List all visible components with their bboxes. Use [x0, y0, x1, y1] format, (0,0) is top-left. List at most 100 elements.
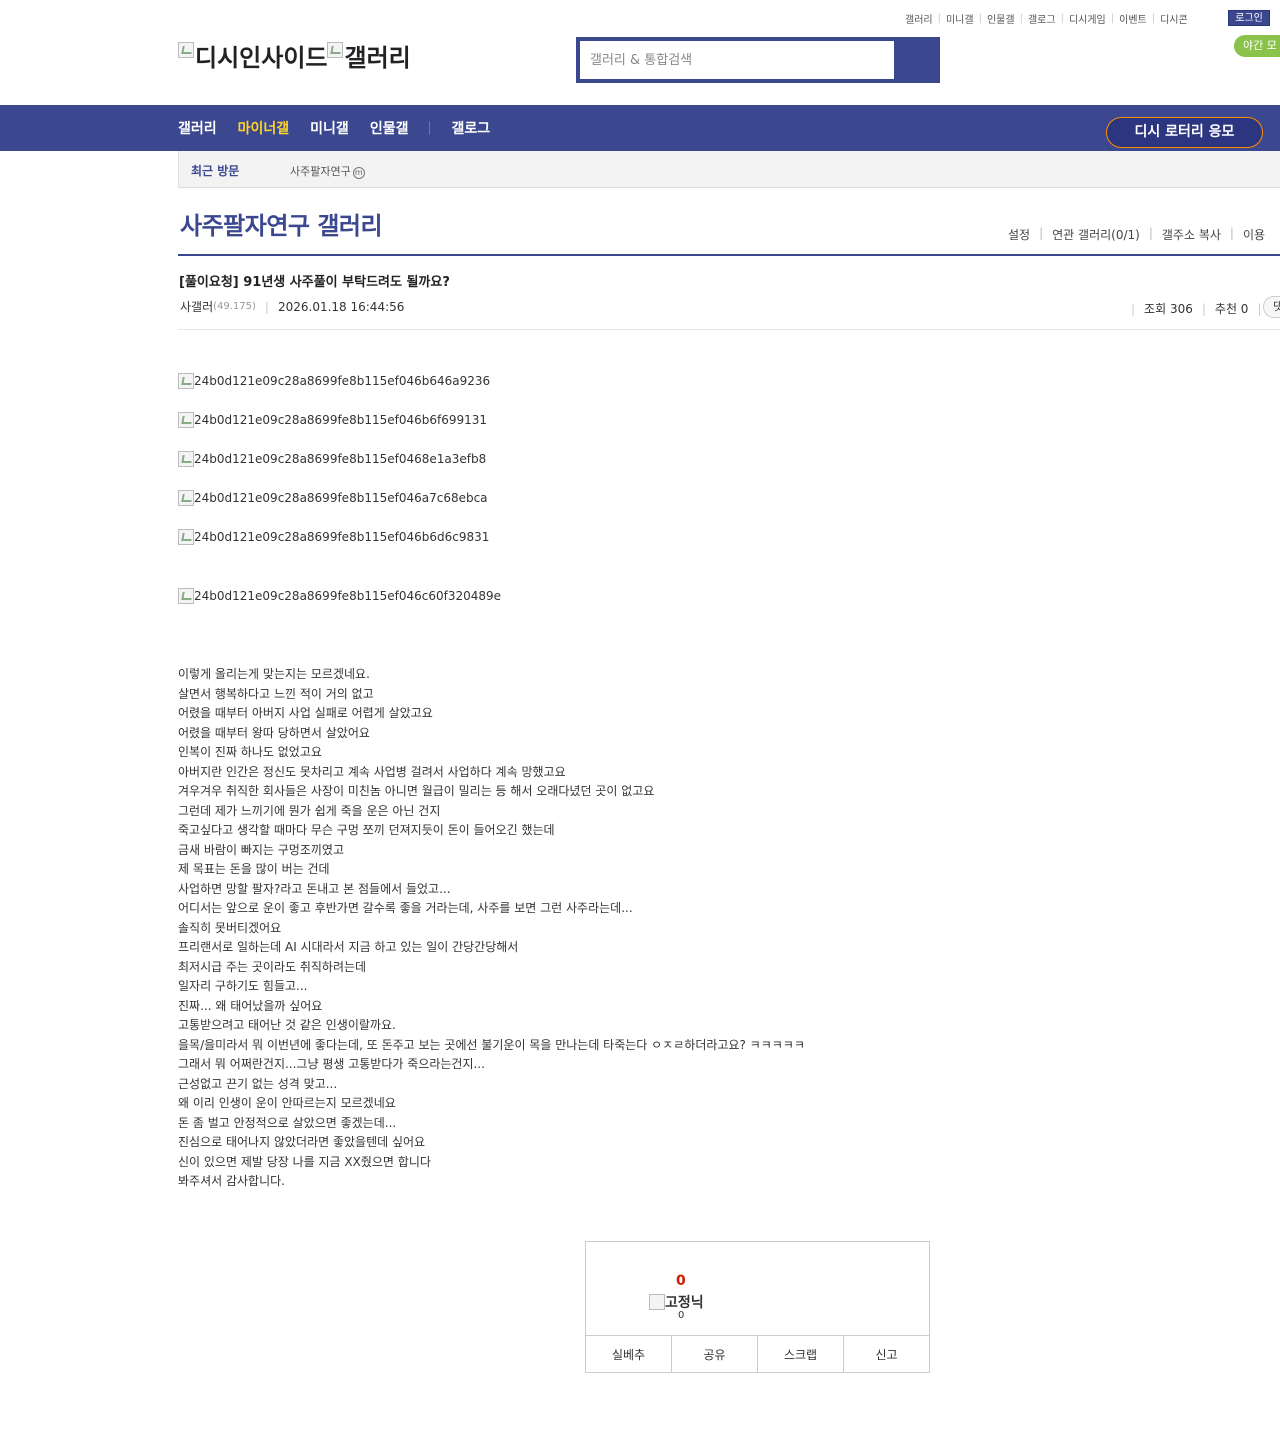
broken-image-icon — [178, 588, 194, 604]
lottery-button[interactable]: 디시 로터리 응모 — [1106, 117, 1263, 148]
report-button[interactable]: 신고 — [844, 1336, 929, 1373]
minor-gallery-badge-icon: m — [352, 167, 365, 179]
body-line: 솔직히 못버티겠어요 — [178, 920, 282, 935]
body-line: 진심으로 태어나지 않았더라면 좋았을텐데 싶어요 — [178, 1135, 426, 1149]
body-line: 진짜... 왜 태어났을까 싶어요 — [178, 998, 323, 1013]
post-title: [풀이요청] 91년생 사주풀이 부탁드려도 될까요? — [179, 275, 450, 290]
body-line: 사업하면 망할 팔자?라고 돈내고 본 점들에서 들었고... — [178, 881, 451, 896]
body-line: 을목/을미라서 뭐 이번년에 좋다는데, 또 돈주고 보는 곳에선 불기운이 목… — [178, 1037, 805, 1052]
login-button[interactable]: 로그인 — [1228, 10, 1270, 26]
util-link-gallog[interactable]: 갤로그 — [1023, 11, 1061, 26]
share-button[interactable]: 공유 — [672, 1336, 758, 1373]
body-line: 그런데 제가 느끼기에 뭔가 쉽게 죽을 운은 아닌 건지 — [178, 803, 441, 818]
body-line: 왜 이리 인생이 운이 안따르는지 모르겠네요 — [178, 1096, 396, 1110]
recent-visits-label: 최근 방문 — [191, 164, 240, 178]
broken-image-icon — [178, 412, 194, 428]
gallery-menu: 설정 | 연관 갤러리(0/1) | 갤주소 복사 | 이용 — [1008, 226, 1266, 243]
body-line: 겨우겨우 취직한 회사들은 사장이 미친놈 아니면 월급이 밀리는 등 해서 오… — [178, 784, 655, 798]
top-util-links: 갤러리 | 미니갤 | 인물갤 | 갤로그 | 디시게임 | 이벤트 | 디시콘 — [900, 10, 1193, 26]
post-image[interactable]: 24b0d121e09c28a8699fe8b115ef046b6f699131 — [178, 412, 487, 428]
post-views: 조회 306 — [1144, 302, 1193, 316]
search-input[interactable] — [580, 41, 894, 79]
fixed-nick-label: 고정닉 — [665, 1295, 704, 1311]
post-image-alt: 24b0d121e09c28a8699fe8b115ef046a7c68ebca — [194, 491, 488, 505]
broken-image-icon — [178, 451, 194, 467]
logo-site-text: 디시인사이드 — [195, 44, 328, 72]
body-line: 어렸을 때부터 왕따 당하면서 살았어요 — [178, 725, 370, 740]
broken-image-icon — [178, 529, 194, 545]
body-line: 신이 있으면 제발 당장 나를 지금 XX줬으면 합니다 — [178, 1154, 431, 1169]
fixed-nick-count: 0 — [678, 1310, 685, 1321]
nav-item-person[interactable]: 인물갤 — [370, 118, 409, 138]
fixed-nick-recommend[interactable]: 고정닉 — [649, 1292, 704, 1312]
gallery-settings-link[interactable]: 설정 — [1008, 226, 1030, 243]
comments-button[interactable]: 댓 — [1263, 296, 1280, 318]
body-line: 고통받으려고 태어난 것 같은 인생이랄까요. — [178, 1018, 396, 1032]
util-link-minigall[interactable]: 미니갤 — [941, 11, 979, 26]
best-recommend-button[interactable]: 실베추 — [586, 1336, 672, 1373]
nav-divider — [429, 121, 431, 135]
post-image-alt: 24b0d121e09c28a8699fe8b115ef046b6f699131 — [194, 413, 488, 427]
body-line: 근성없고 끈기 없는 성격 맞고... — [178, 1076, 338, 1091]
recent-visits-bar: 최근 방문 사주팔자연구 m — [178, 151, 1280, 188]
nav-menu: 갤러리 마이너갤 미니갤 인물갤 갤로그 — [178, 105, 511, 151]
post-image[interactable]: 24b0d121e09c28a8699fe8b115ef046b646a9236 — [178, 373, 490, 389]
util-link-game[interactable]: 디시게임 — [1064, 11, 1111, 26]
body-line: 어디서는 앞으로 운이 좋고 후반가면 갈수록 좋을 거라는데, 사주를 보면 … — [178, 901, 633, 915]
gallery-usage-link[interactable]: 이용 — [1243, 226, 1265, 243]
main-nav: 갤러리 마이너갤 미니갤 인물갤 갤로그 디시 로터리 응모 — [0, 105, 1280, 151]
util-link-dccon[interactable]: 디시콘 — [1155, 11, 1193, 26]
search-bar — [576, 37, 940, 83]
post-date: 2026.01.18 16:44:56 — [277, 299, 405, 314]
logo-gallery-text: 갤러리 — [344, 44, 411, 72]
util-link-event[interactable]: 이벤트 — [1114, 11, 1152, 26]
body-line: 그래서 뭐 어쩌란건지...그냥 평생 고통받다가 죽으라는건지... — [178, 1057, 485, 1071]
scrap-button[interactable]: 스크랩 — [758, 1336, 844, 1373]
post-body: 이렇게 올리는게 맞는지는 모르겠네요. 살면서 행복하다고 느낀 적이 거의 … — [178, 665, 805, 1192]
post-image-alt: 24b0d121e09c28a8699fe8b115ef046b646a9236 — [194, 374, 491, 388]
post-recommend-count: 추천 0 — [1214, 302, 1249, 316]
post-image[interactable]: 24b0d121e09c28a8699fe8b115ef046a7c68ebca — [178, 490, 488, 506]
body-line: 죽고싶다고 생각할 때마다 무슨 구멍 쪼끼 던져지듯이 돈이 들어오긴 했는데 — [178, 823, 555, 837]
util-link-gallery[interactable]: 갤러리 — [900, 11, 938, 26]
post-image[interactable]: 24b0d121e09c28a8699fe8b115ef0468e1a3efb8 — [178, 451, 486, 467]
broken-image-icon — [178, 490, 194, 506]
recommend-actions: 실베추 공유 스크랩 신고 — [586, 1335, 929, 1373]
body-line: 아버지란 인간은 정신도 못차리고 계속 사업병 걸려서 사업하다 계속 망했고… — [178, 764, 566, 779]
util-link-person[interactable]: 인물갤 — [982, 11, 1020, 26]
gallery-title-divider — [178, 254, 1280, 256]
nav-item-gallery[interactable]: 갤러리 — [178, 118, 217, 138]
body-line: 일자리 구하기도 힘들고... — [178, 979, 308, 993]
body-line: 인복이 진짜 하나도 없었고요 — [178, 745, 322, 759]
nav-item-gallog[interactable]: 갤로그 — [451, 118, 490, 138]
night-mode-toggle[interactable]: 야간 모 — [1234, 35, 1280, 57]
nav-item-minor[interactable]: 마이너갤 — [238, 118, 290, 138]
copy-gallery-url-link[interactable]: 갤주소 복사 — [1162, 226, 1221, 243]
broken-image-icon — [178, 41, 194, 58]
broken-image-icon — [649, 1294, 665, 1310]
broken-image-icon — [327, 41, 344, 58]
search-button[interactable] — [896, 41, 938, 79]
body-line: 최저시급 주는 곳이라도 취직하려는데 — [178, 959, 367, 974]
body-line: 살면서 행복하다고 느낀 적이 거의 없고 — [178, 686, 374, 701]
gallery-title[interactable]: 사주팔자연구 갤러리 — [180, 206, 383, 241]
body-line: 돈 좀 벌고 안정적으로 살았으면 좋겠는데... — [178, 1115, 397, 1130]
post-meta: 사갤러 (49.175) | 2026.01.18 16:44:56 — [180, 298, 405, 315]
post-author[interactable]: 사갤러 — [180, 298, 213, 315]
post-image-alt: 24b0d121e09c28a8699fe8b115ef046c60f32048… — [194, 589, 502, 603]
site-logo[interactable]: 디시인사이드 갤러리 — [178, 38, 411, 73]
recent-visit-item-label: 사주팔자연구 — [290, 165, 351, 178]
body-line: 어렸을 때부터 아버지 사업 실패로 어렵게 살았고요 — [178, 706, 433, 720]
related-galleries-link[interactable]: 연관 갤러리(0/1) — [1052, 226, 1140, 243]
post-image[interactable]: 24b0d121e09c28a8699fe8b115ef046b6d6c9831 — [178, 529, 489, 545]
nav-item-mini[interactable]: 미니갤 — [310, 118, 349, 138]
body-line: 제 목표는 돈을 많이 버는 건데 — [178, 862, 330, 876]
post-stats: | 조회 306 | 추천 0 | — [1131, 301, 1262, 317]
recommend-count: 0 — [676, 1273, 686, 1289]
body-line: 이렇게 올리는게 맞는지는 모르겠네요. — [178, 667, 370, 681]
recommend-box: 0 고정닉 0 실베추 공유 스크랩 신고 — [585, 1241, 930, 1373]
recent-visit-item[interactable]: 사주팔자연구 m — [290, 163, 365, 179]
post-header-divider — [178, 329, 1280, 330]
post-author-ip: (49.175) — [213, 301, 256, 312]
post-image[interactable]: 24b0d121e09c28a8699fe8b115ef046c60f32048… — [178, 588, 501, 604]
